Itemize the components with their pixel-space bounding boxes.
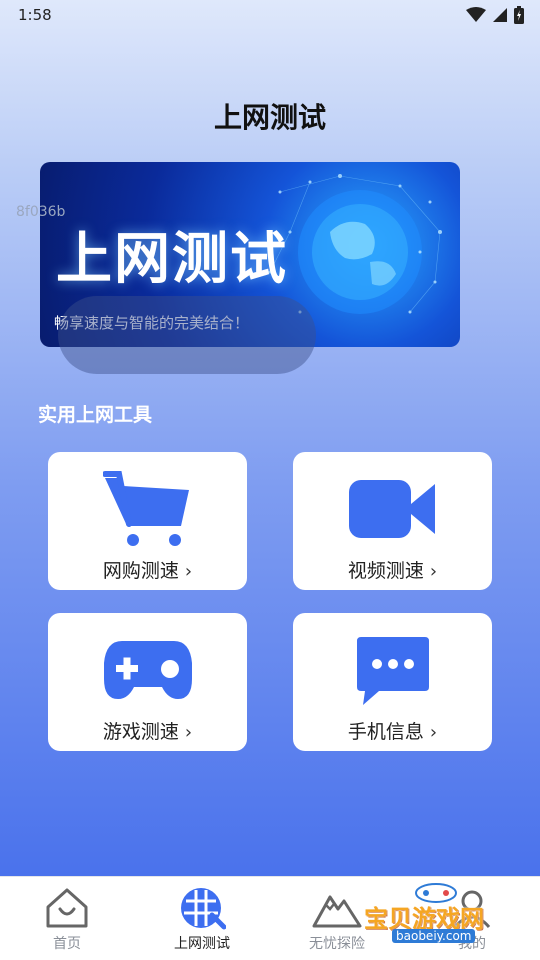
tool-card-label-row: 游戏测速 › xyxy=(48,717,247,744)
chevron-right-icon: › xyxy=(184,722,193,743)
tool-card-label: 游戏测速 xyxy=(102,721,179,743)
globe-icon xyxy=(181,888,226,930)
nav-label: 首页 xyxy=(53,936,81,952)
status-bar: 1:58 xyxy=(0,0,540,32)
video-camera-icon xyxy=(348,480,435,538)
tool-card-label: 视频测速 xyxy=(347,560,424,582)
gamepad-icon xyxy=(103,641,192,699)
tool-card-game-speed[interactable]: 游戏测速 › xyxy=(48,613,247,751)
signal-icon xyxy=(493,8,507,22)
nav-label: 上网测试 xyxy=(174,936,230,952)
watermark-url: baobeiy.com xyxy=(392,929,476,943)
chat-bubble-icon xyxy=(356,637,429,705)
chevron-right-icon: › xyxy=(429,722,438,743)
tool-card-label: 网购测速 xyxy=(102,560,179,582)
status-time: 1:58 xyxy=(18,6,52,24)
app-screen: 1:58 上网测试 上网测试 畅享速度与智能的完美结合！ 8f036b 实用上网… xyxy=(0,0,540,876)
nav-item-speed-test[interactable]: 上网测试 xyxy=(142,885,262,953)
watermark-badge: 宝贝游戏网 baobeiy.com xyxy=(362,881,512,943)
home-icon xyxy=(46,888,88,928)
tool-card-label-row: 视频测速 › xyxy=(293,556,492,583)
tool-card-shopping-speed[interactable]: 网购测速 › xyxy=(48,452,247,590)
banner-title: 上网测试 xyxy=(56,227,288,292)
tool-card-label-row: 网购测速 › xyxy=(48,556,247,583)
bottom-nav: 首页 上网测试 无忧探险 我的 宝贝游戏网 baobeiy.com xyxy=(0,876,540,960)
mountain-icon xyxy=(312,895,362,928)
chevron-right-icon: › xyxy=(184,561,193,582)
tool-card-label-row: 手机信息 › xyxy=(293,717,492,744)
wifi-icon xyxy=(466,7,486,22)
tool-card-video-speed[interactable]: 视频测速 › xyxy=(293,452,492,590)
shopping-cart-icon xyxy=(102,471,189,546)
overlay-code-text: 8f036b xyxy=(16,204,66,220)
tool-card-phone-info[interactable]: 手机信息 › xyxy=(293,613,492,751)
banner-indicator xyxy=(58,296,316,374)
section-title: 实用上网工具 xyxy=(38,404,153,426)
battery-icon xyxy=(514,6,524,24)
page-title: 上网测试 xyxy=(213,101,326,134)
chevron-right-icon: › xyxy=(429,561,438,582)
tool-card-label: 手机信息 xyxy=(347,721,424,743)
status-icons xyxy=(466,6,524,24)
nav-item-home[interactable]: 首页 xyxy=(7,885,127,953)
